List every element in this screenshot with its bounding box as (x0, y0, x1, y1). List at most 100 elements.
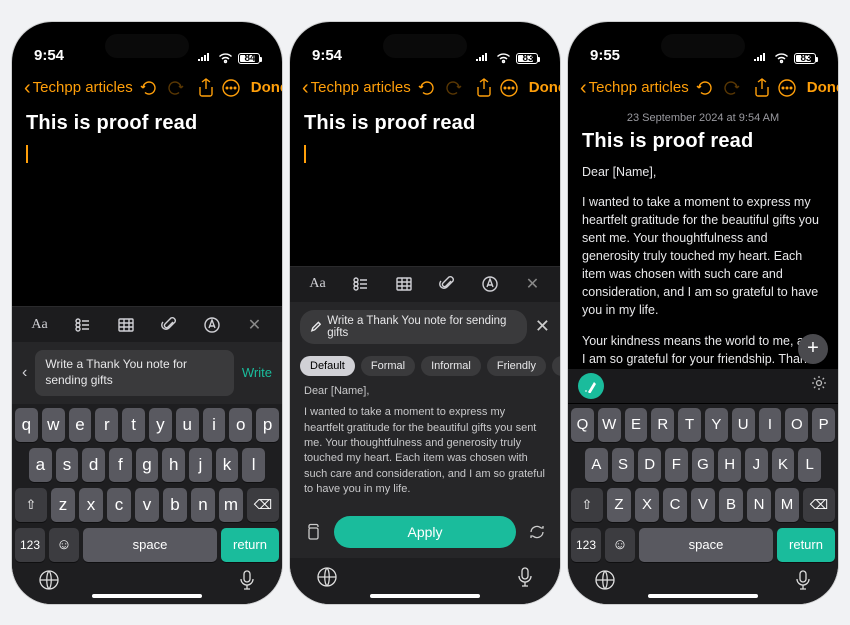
key-n[interactable]: n (191, 488, 215, 522)
key-g[interactable]: G (692, 448, 715, 482)
key-e[interactable]: e (69, 408, 92, 442)
backspace-key[interactable]: ⌫ (803, 488, 835, 522)
key-t[interactable]: t (122, 408, 145, 442)
key-x[interactable]: x (79, 488, 103, 522)
key-t[interactable]: T (678, 408, 701, 442)
home-indicator[interactable] (370, 594, 480, 598)
key-g[interactable]: g (136, 448, 159, 482)
key-y[interactable]: y (149, 408, 172, 442)
key-j[interactable]: J (745, 448, 768, 482)
apply-button[interactable]: Apply (334, 516, 516, 548)
key-f[interactable]: f (109, 448, 132, 482)
key-b[interactable]: B (719, 488, 743, 522)
table-button[interactable] (390, 270, 418, 298)
more-button[interactable] (221, 78, 241, 98)
space-key[interactable]: space (639, 528, 773, 562)
key-r[interactable]: R (651, 408, 674, 442)
tone-chip-informal[interactable]: Informal (421, 356, 481, 376)
key-s[interactable]: S (612, 448, 635, 482)
tone-chip-formal[interactable]: Formal (361, 356, 415, 376)
key-x[interactable]: X (635, 488, 659, 522)
shift-key[interactable]: ⇧ (15, 488, 47, 522)
share-button[interactable] (475, 78, 493, 98)
emoji-key[interactable]: ☺ (605, 528, 635, 562)
globe-icon[interactable] (38, 569, 60, 596)
key-i[interactable]: I (759, 408, 782, 442)
keyboard-settings-button[interactable] (810, 374, 828, 397)
note-editor[interactable]: This is proof read (12, 108, 282, 307)
note-editor[interactable]: 23 September 2024 at 9:54 AM This is pro… (568, 108, 838, 368)
tone-chip-friendly[interactable]: Friendly (487, 356, 546, 376)
key-z[interactable]: Z (607, 488, 631, 522)
key-d[interactable]: d (82, 448, 105, 482)
close-prompt-button[interactable]: ✕ (535, 316, 550, 337)
shift-key[interactable]: ⇧ (571, 488, 603, 522)
key-q[interactable]: q (15, 408, 38, 442)
space-key[interactable]: space (83, 528, 217, 562)
ai-prompt-input[interactable]: Write a Thank You note for sending gifts (35, 350, 234, 395)
key-w[interactable]: W (598, 408, 621, 442)
mic-icon[interactable] (516, 566, 534, 593)
ai-assistant-badge[interactable] (578, 373, 604, 399)
key-f[interactable]: F (665, 448, 688, 482)
markup-button[interactable] (476, 270, 504, 298)
back-button[interactable]: ‹ Techpp articles (24, 78, 133, 98)
done-button[interactable]: Done (807, 79, 838, 96)
done-button[interactable]: Done (251, 79, 282, 96)
return-key[interactable]: return (777, 528, 835, 562)
text-format-button[interactable]: Aa (26, 311, 54, 339)
key-q[interactable]: Q (571, 408, 594, 442)
key-b[interactable]: b (163, 488, 187, 522)
key-m[interactable]: M (775, 488, 799, 522)
redo-button[interactable] (165, 78, 185, 98)
markup-button[interactable] (198, 311, 226, 339)
key-k[interactable]: K (772, 448, 795, 482)
key-c[interactable]: C (663, 488, 687, 522)
return-key[interactable]: return (221, 528, 279, 562)
key-w[interactable]: w (42, 408, 65, 442)
back-button[interactable]: ‹ Techpp articles (580, 78, 689, 98)
text-format-button[interactable]: Aa (304, 270, 332, 298)
key-r[interactable]: r (95, 408, 118, 442)
key-p[interactable]: p (256, 408, 279, 442)
key-k[interactable]: k (216, 448, 239, 482)
close-toolbar-button[interactable]: ✕ (241, 311, 269, 339)
key-u[interactable]: U (732, 408, 755, 442)
close-toolbar-button[interactable]: ✕ (519, 270, 547, 298)
add-fab[interactable]: + (798, 334, 828, 364)
backspace-key[interactable]: ⌫ (247, 488, 279, 522)
globe-icon[interactable] (316, 566, 338, 593)
key-h[interactable]: H (718, 448, 741, 482)
home-indicator[interactable] (648, 594, 758, 598)
key-l[interactable]: l (242, 448, 265, 482)
more-button[interactable] (777, 78, 797, 98)
write-button[interactable]: Write (242, 365, 272, 380)
mic-icon[interactable] (794, 569, 812, 596)
key-u[interactable]: u (176, 408, 199, 442)
key-o[interactable]: O (785, 408, 808, 442)
key-n[interactable]: N (747, 488, 771, 522)
key-d[interactable]: D (638, 448, 661, 482)
tone-chip-default[interactable]: Default (300, 356, 355, 376)
regenerate-button[interactable] (526, 523, 548, 541)
collapse-arrow-icon[interactable]: ‹ (22, 364, 27, 382)
key-m[interactable]: m (219, 488, 243, 522)
mic-icon[interactable] (238, 569, 256, 596)
key-e[interactable]: E (625, 408, 648, 442)
key-y[interactable]: Y (705, 408, 728, 442)
checklist-button[interactable] (347, 270, 375, 298)
done-button[interactable]: Done (529, 79, 560, 96)
key-l[interactable]: L (798, 448, 821, 482)
undo-button[interactable] (695, 78, 715, 98)
globe-icon[interactable] (594, 569, 616, 596)
key-o[interactable]: o (229, 408, 252, 442)
emoji-key[interactable]: ☺ (49, 528, 79, 562)
numeric-mode-key[interactable]: 123 (571, 528, 601, 562)
numeric-mode-key[interactable]: 123 (15, 528, 45, 562)
key-v[interactable]: V (691, 488, 715, 522)
redo-button[interactable] (721, 78, 741, 98)
more-button[interactable] (499, 78, 519, 98)
key-a[interactable]: a (29, 448, 52, 482)
key-i[interactable]: i (203, 408, 226, 442)
redo-button[interactable] (443, 78, 463, 98)
